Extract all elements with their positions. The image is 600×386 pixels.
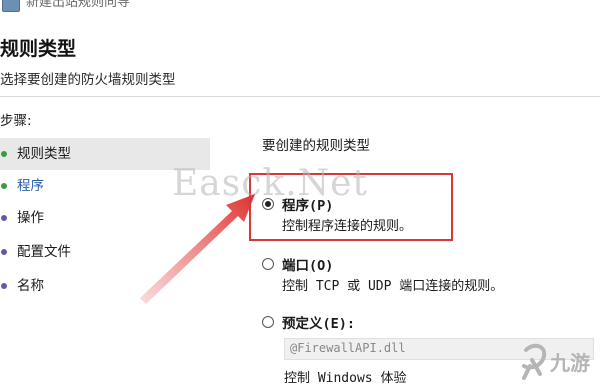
watermark-text: Easck.Net (172, 163, 368, 204)
option-predefined-title: 预定义(E): (282, 316, 356, 332)
brand-logo-icon: 九游 (522, 343, 590, 380)
step-label: 配置文件 (17, 244, 71, 260)
steps-sidebar: 步骤: 规则类型 程序 操作 配置文件 名称 (0, 97, 214, 385)
step-name[interactable]: 名称 (0, 270, 210, 302)
window-title: 新建出站规则向导 (26, 0, 131, 10)
steps-heading: 步骤: (0, 113, 32, 129)
step-profile[interactable]: 配置文件 (0, 236, 210, 268)
firewall-app-icon (2, 0, 20, 12)
step-label: 名称 (17, 278, 44, 294)
step-label: 程序 (17, 178, 44, 194)
step-bullet-icon (1, 249, 7, 255)
step-bullet-icon (1, 151, 7, 157)
page-subtitle: 选择要创建的防火墙规则类型 (0, 72, 176, 88)
page-title: 规则类型 (0, 38, 77, 60)
rule-type-question: 要创建的规则类型 (262, 138, 370, 154)
option-port-desc: 控制 TCP 或 UDP 端口连接的规则。 (282, 279, 504, 294)
brand-logo-text: 九游 (549, 351, 590, 375)
option-predefined-desc: 控制 Windows 体验 (284, 371, 407, 386)
wizard-header: 规则类型 选择要创建的防火墙规则类型 (0, 16, 600, 96)
step-bullet-icon (1, 215, 7, 221)
radio-predefined[interactable] (262, 316, 274, 328)
radio-port[interactable] (262, 258, 274, 270)
step-action[interactable]: 操作 (0, 202, 210, 234)
option-port-title: 端口(O) (282, 258, 334, 274)
predefined-select-value: @FirewallAPI.dll (290, 341, 406, 355)
step-label: 规则类型 (17, 146, 71, 162)
step-label: 操作 (17, 210, 44, 226)
window-title-bar: 新建出站规则向导 (0, 0, 600, 17)
step-bullet-icon (1, 283, 7, 289)
step-bullet-icon (1, 183, 7, 189)
